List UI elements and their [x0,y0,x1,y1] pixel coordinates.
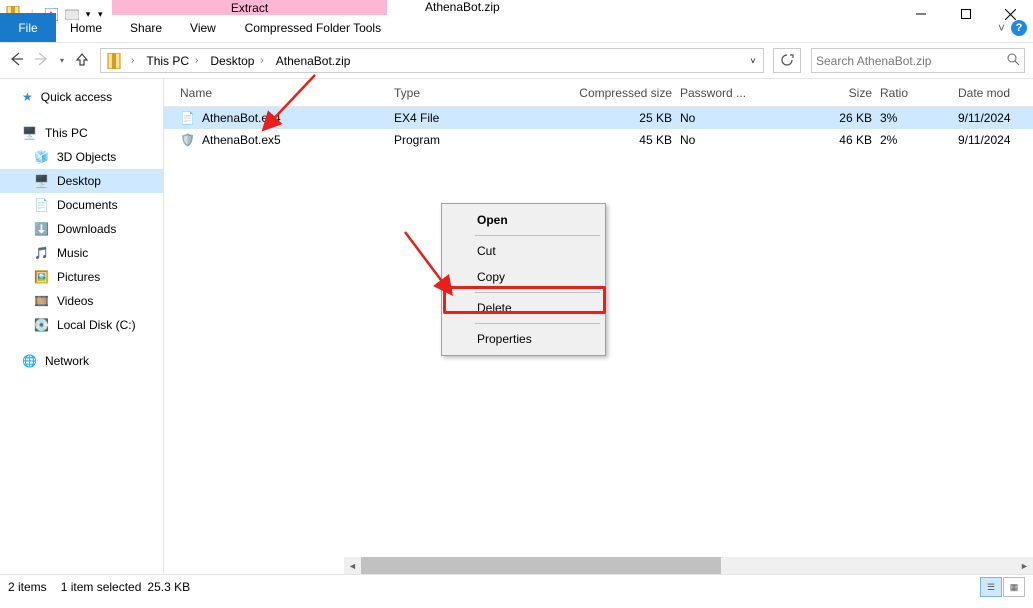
context-menu-properties[interactable]: Properties [445,326,602,352]
file-row[interactable]: 🛡️ AthenaBot.ex5 Program 45 KB No 46 KB … [164,129,1033,151]
column-header-ratio[interactable]: Ratio [880,86,958,100]
breadcrumb-desktop[interactable]: Desktop [202,54,256,68]
file-ratio: 2% [880,133,958,147]
folder-icon: 🖼️ [34,270,49,284]
folder-icon: 🎞️ [34,294,49,308]
search-input[interactable]: Search AthenaBot.zip [811,48,1025,73]
folder-icon: 🧊 [34,150,49,164]
column-header-name[interactable]: Name [180,86,394,100]
context-menu: Open Cut Copy Delete Properties [441,203,606,356]
sidebar-network[interactable]: 🌐Network [0,349,163,373]
sidebar-item-pictures[interactable]: 🖼️Pictures [0,265,163,289]
window-title: AthenaBot.zip [387,0,898,14]
context-menu-open[interactable]: Open [445,207,602,233]
file-size: 46 KB [756,133,880,147]
minimize-button[interactable] [898,0,943,28]
refresh-button[interactable] [773,48,801,73]
breadcrumb-athenabot[interactable]: AthenaBot.zip [268,54,353,68]
folder-icon: 🎵 [34,246,49,260]
quick-access-icon: ★ [22,90,33,104]
share-tab[interactable]: Share [116,13,176,42]
column-header-password[interactable]: Password ... [680,86,756,100]
status-item-count: 2 items [8,580,47,594]
address-bar[interactable]: › This PC › Desktop › AthenaBot.zip ˅ [100,48,764,73]
status-selected-count: 1 item selected [61,580,142,594]
recent-dropdown-icon[interactable]: ▾ [60,56,64,65]
file-compressed-size: 25 KB [552,111,680,125]
file-ratio: 3% [880,111,958,125]
search-placeholder: Search AthenaBot.zip [816,54,1007,68]
file-tab[interactable]: File [0,13,56,42]
file-date: 9/11/2024 [958,111,1033,125]
breadcrumb-this-pc[interactable]: This PC [138,54,191,68]
folder-icon: 🖥️ [34,174,49,188]
file-icon: 🛡️ [180,133,202,147]
sidebar-item-downloads[interactable]: ⬇️Downloads [0,217,163,241]
address-dropdown-icon[interactable]: ˅ [743,56,763,66]
status-bar: 2 items 1 item selected 25.3 KB ☰ ▦ [0,574,1033,599]
sidebar-item-3d-objects[interactable]: 🧊3D Objects [0,145,163,169]
file-type: EX4 File [394,111,552,125]
folder-icon: ⬇️ [34,222,49,236]
this-pc-icon: 🖥️ [22,126,37,140]
file-size: 26 KB [756,111,880,125]
home-tab[interactable]: Home [56,13,116,42]
annotation-highlight-copy [443,286,606,314]
folder-icon: 📄 [34,198,49,212]
help-icon[interactable]: ? [1011,20,1027,36]
file-compressed-size: 45 KB [552,133,680,147]
file-list-pane: Name Type Compressed size Password ... S… [164,79,1033,574]
scroll-thumb[interactable] [361,557,721,574]
scroll-left-icon[interactable]: ◄ [344,561,361,571]
file-date: 9/11/2024 [958,133,1033,147]
scroll-right-icon[interactable]: ► [1016,561,1033,571]
breadcrumb-sep[interactable]: › [191,55,202,66]
status-selected-size: 25.3 KB [147,580,190,594]
file-type: Program [394,133,552,147]
breadcrumb-sep[interactable]: › [127,55,138,66]
network-icon: 🌐 [22,354,37,368]
sidebar-item-videos[interactable]: 🎞️Videos [0,289,163,313]
address-folder-icon [101,53,127,69]
column-header-date-modified[interactable]: Date mod [958,86,1033,100]
file-name: AthenaBot.ex5 [202,133,394,147]
column-header-type[interactable]: Type [394,86,552,100]
file-row[interactable]: 📄 AthenaBot.ex4 EX4 File 25 KB No 26 KB … [164,107,1033,129]
context-menu-separator [475,235,600,236]
view-details-button[interactable]: ☰ [980,577,1002,597]
breadcrumb-sep[interactable]: › [256,55,267,66]
context-menu-separator [475,323,600,324]
disk-icon: 💽 [34,318,49,332]
navigation-pane: ★Quick access 🖥️This PC 🧊3D Objects 🖥️De… [0,79,164,574]
up-button[interactable] [74,51,90,70]
forward-button[interactable] [34,51,50,70]
sidebar-item-local-disk[interactable]: 💽Local Disk (C:) [0,313,163,337]
sidebar-quick-access[interactable]: ★Quick access [0,85,163,109]
context-menu-cut[interactable]: Cut [445,238,602,264]
file-password: No [680,133,756,147]
column-headers-row: Name Type Compressed size Password ... S… [164,79,1033,107]
sidebar-item-music[interactable]: 🎵Music [0,241,163,265]
file-name: AthenaBot.ex4 [202,111,394,125]
column-header-size[interactable]: Size [756,86,880,100]
sidebar-item-desktop[interactable]: 🖥️Desktop [0,169,163,193]
compressed-folder-tools-tab[interactable]: Compressed Folder Tools [231,13,395,43]
ribbon-caret-icon[interactable]: ˅ [998,21,1005,35]
sidebar-item-documents[interactable]: 📄Documents [0,193,163,217]
file-icon: 📄 [180,111,202,125]
view-thumbnails-button[interactable]: ▦ [1003,577,1025,597]
horizontal-scrollbar[interactable]: ◄ ► [344,557,1033,574]
search-icon [1007,53,1020,69]
file-password: No [680,111,756,125]
maximize-button[interactable] [943,0,988,28]
column-header-compressed-size[interactable]: Compressed size [552,86,680,100]
sidebar-this-pc[interactable]: 🖥️This PC [0,121,163,145]
back-button[interactable] [8,51,24,70]
view-tab[interactable]: View [176,13,230,42]
